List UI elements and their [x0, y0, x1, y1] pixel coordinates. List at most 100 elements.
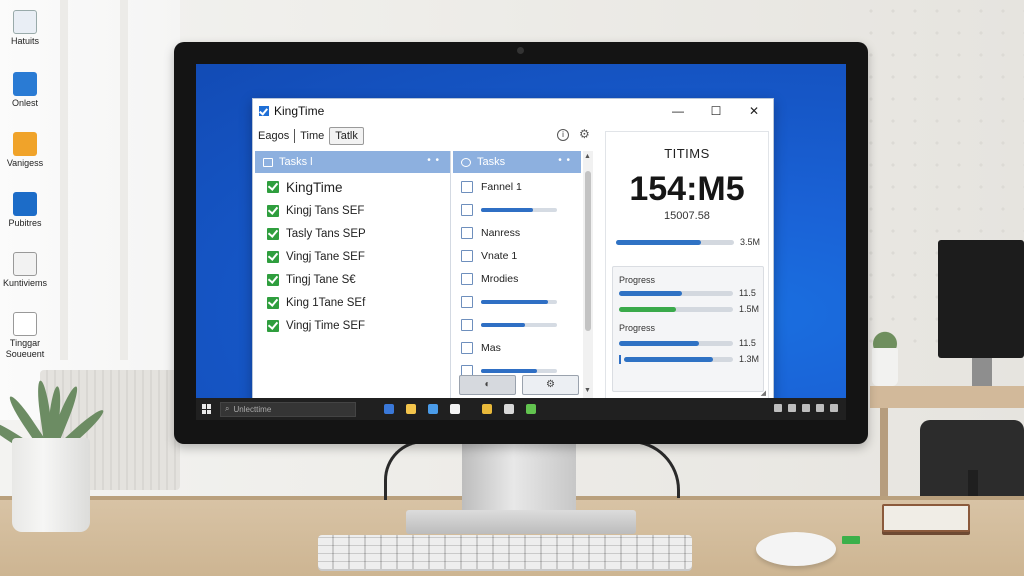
book — [882, 504, 970, 532]
tray-icon[interactable] — [774, 404, 782, 412]
scroll-thumb[interactable] — [585, 171, 591, 331]
tray-icon[interactable] — [802, 404, 810, 412]
small-plant-pot — [872, 348, 898, 386]
progress-value: 11.5 — [739, 338, 756, 348]
task-item[interactable]: Kingj Tans SEF — [255, 199, 450, 222]
tray-icon[interactable] — [816, 404, 824, 412]
taskbar-app-icon[interactable] — [450, 404, 460, 414]
monitor: KingTime — ☐ ✕ Eagos Time Tatlk i ⚙ Task… — [174, 42, 868, 444]
task-item[interactable]: Tingj Tane S€ — [255, 268, 450, 291]
progress-label: Progress — [619, 275, 656, 285]
progress-panel-title: Tasks — [477, 156, 506, 168]
tasks-panel-header[interactable]: Tasks l • • — [255, 151, 450, 173]
progress-list-item[interactable]: Nanress — [453, 221, 581, 244]
taskbar-app-icon[interactable] — [482, 404, 492, 414]
window-title: KingTime — [274, 104, 325, 118]
desktop-icon[interactable]: Kuntiviems — [0, 252, 50, 289]
progress-list-item[interactable]: Mas — [453, 336, 581, 359]
checkbox-checked-icon[interactable] — [267, 296, 279, 309]
taskbar-search[interactable]: ⌕ Unlecttime — [220, 401, 356, 417]
task-item[interactable]: KingTime — [255, 175, 450, 199]
checkbox-checked-icon[interactable] — [267, 181, 279, 193]
scroll-down-icon[interactable]: ▼ — [584, 387, 591, 394]
window-controls: — ☐ ✕ — [659, 99, 773, 123]
progress-panel-header[interactable]: Tasks • • — [453, 151, 581, 173]
checkbox-icon[interactable] — [461, 272, 473, 285]
more-icon[interactable]: • • — [558, 155, 571, 166]
kingtime-window: KingTime — ☐ ✕ Eagos Time Tatlk i ⚙ Task… — [252, 98, 774, 402]
maximize-button[interactable]: ☐ — [697, 99, 735, 123]
close-button[interactable]: ✕ — [735, 99, 773, 123]
settings-button[interactable]: ⚙ — [522, 375, 579, 395]
checkbox-checked-icon[interactable] — [267, 250, 279, 263]
gear-icon[interactable]: ⚙ — [579, 127, 590, 141]
checkbox-icon[interactable] — [461, 180, 473, 193]
task-item[interactable]: Vingj Time SEF — [255, 314, 450, 337]
checkbox-icon[interactable] — [461, 341, 473, 354]
taskbar-app-icon[interactable] — [504, 404, 514, 414]
task-label: Kingj Tans SEF — [286, 204, 365, 217]
menu-eagos[interactable]: Eagos — [253, 128, 294, 144]
progress-value: 3.5M — [740, 237, 761, 247]
keyboard — [318, 535, 692, 569]
webcam — [517, 47, 524, 54]
menu-time[interactable]: Time — [295, 128, 329, 144]
checkbox-icon[interactable] — [461, 318, 473, 331]
progress-list: Fannel 1 Nanress Vnate 1 Mrodies Mas — [453, 173, 581, 382]
checkbox-checked-icon[interactable] — [267, 227, 279, 240]
scroll-up-icon[interactable]: ▲ — [584, 153, 591, 160]
taskbar-app-icon[interactable] — [526, 404, 536, 414]
taskbar-app-icon[interactable] — [428, 404, 438, 414]
checkbox-checked-icon[interactable] — [267, 319, 279, 332]
desktop-icon[interactable]: Onlest — [0, 72, 50, 109]
progress-fill — [481, 368, 538, 373]
title-bar[interactable]: KingTime — ☐ ✕ — [253, 99, 773, 123]
progress-list-item[interactable] — [453, 290, 581, 313]
tray-icon[interactable] — [830, 404, 838, 412]
task-item[interactable]: Tasly Tans SEP — [255, 222, 450, 245]
progress-track — [619, 306, 733, 312]
progress-list-item[interactable]: Vnate 1 — [453, 244, 581, 267]
monitor-stand-base — [406, 510, 636, 534]
taskbar-app-icon[interactable] — [384, 404, 394, 414]
checkbox-icon[interactable] — [461, 249, 473, 262]
task-item[interactable]: Vingj Tane SEF — [255, 245, 450, 268]
desktop-icon[interactable]: Hatuits — [0, 10, 50, 47]
progress-fill — [619, 340, 699, 346]
taskbar-app-icon[interactable] — [406, 404, 416, 414]
progress-list-item[interactable] — [453, 198, 581, 221]
desktop-icon[interactable]: Tinggar Soueuent — [0, 312, 50, 360]
photo-scene: Hatuits Onlest Vanigess Pubitres Kuntivi… — [0, 0, 1024, 576]
cube-icon — [13, 72, 37, 96]
tray-icon[interactable] — [788, 404, 796, 412]
minimize-button[interactable]: — — [659, 99, 697, 123]
checkbox-icon[interactable] — [461, 295, 473, 308]
image-icon — [13, 252, 37, 276]
progress-fill — [616, 239, 701, 245]
task-item[interactable]: King 1Tane SEf — [255, 291, 450, 314]
resize-grip-icon[interactable]: ◢ — [761, 389, 766, 397]
progress-list-item[interactable]: Mrodies — [453, 267, 581, 290]
start-button[interactable] — [202, 404, 212, 414]
progress-list-item[interactable]: Fannel 1 — [453, 175, 581, 198]
task-label: KingTime — [286, 179, 343, 195]
summary-big-value: 154:M5 — [629, 170, 745, 208]
menu-tatlk[interactable]: Tatlk — [329, 127, 364, 145]
more-icon[interactable]: • • — [427, 155, 440, 166]
progress-track — [481, 299, 557, 304]
toggle-button[interactable]: ◐ — [459, 375, 516, 395]
checkbox-icon[interactable] — [461, 203, 473, 216]
desktop-icon[interactable]: Pubitres — [0, 192, 50, 229]
scrollbar[interactable]: ▲ ▼ — [583, 151, 593, 399]
task-label: King 1Tane SEf — [286, 296, 366, 309]
progress-track — [619, 340, 733, 346]
info-icon[interactable]: i — [557, 129, 569, 141]
progress-list-item[interactable] — [453, 313, 581, 336]
checkbox-checked-icon[interactable] — [267, 204, 279, 217]
checkbox-icon[interactable] — [461, 226, 473, 239]
slider-knob[interactable] — [619, 354, 621, 364]
checkbox-checked-icon[interactable] — [267, 273, 279, 286]
desktop-icon[interactable]: Vanigess — [0, 132, 50, 169]
plant-pot — [12, 438, 90, 532]
window-frame — [60, 0, 68, 360]
